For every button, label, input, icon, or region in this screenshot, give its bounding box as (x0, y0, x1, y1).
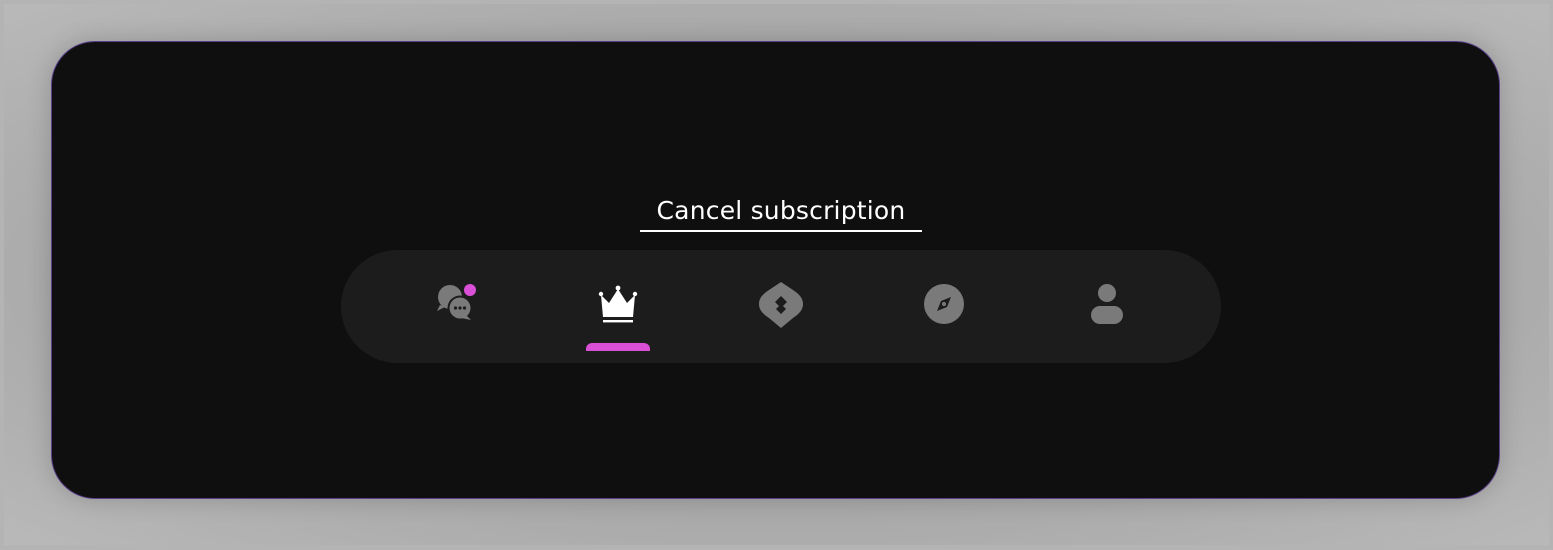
nav-item-premium[interactable] (592, 278, 644, 330)
heart-shape-icon (759, 282, 803, 328)
cancel-subscription-link[interactable]: Cancel subscription (640, 194, 922, 232)
nav-item-discover[interactable] (918, 278, 970, 330)
user-icon (1091, 284, 1123, 324)
active-tab-indicator (586, 343, 650, 351)
compass-icon (924, 284, 964, 324)
notification-dot (464, 284, 476, 296)
nav-item-profile[interactable] (1081, 278, 1133, 330)
nav-item-likes[interactable] (755, 278, 807, 330)
bottom-nav-bar (341, 250, 1221, 363)
crown-icon (598, 285, 638, 323)
